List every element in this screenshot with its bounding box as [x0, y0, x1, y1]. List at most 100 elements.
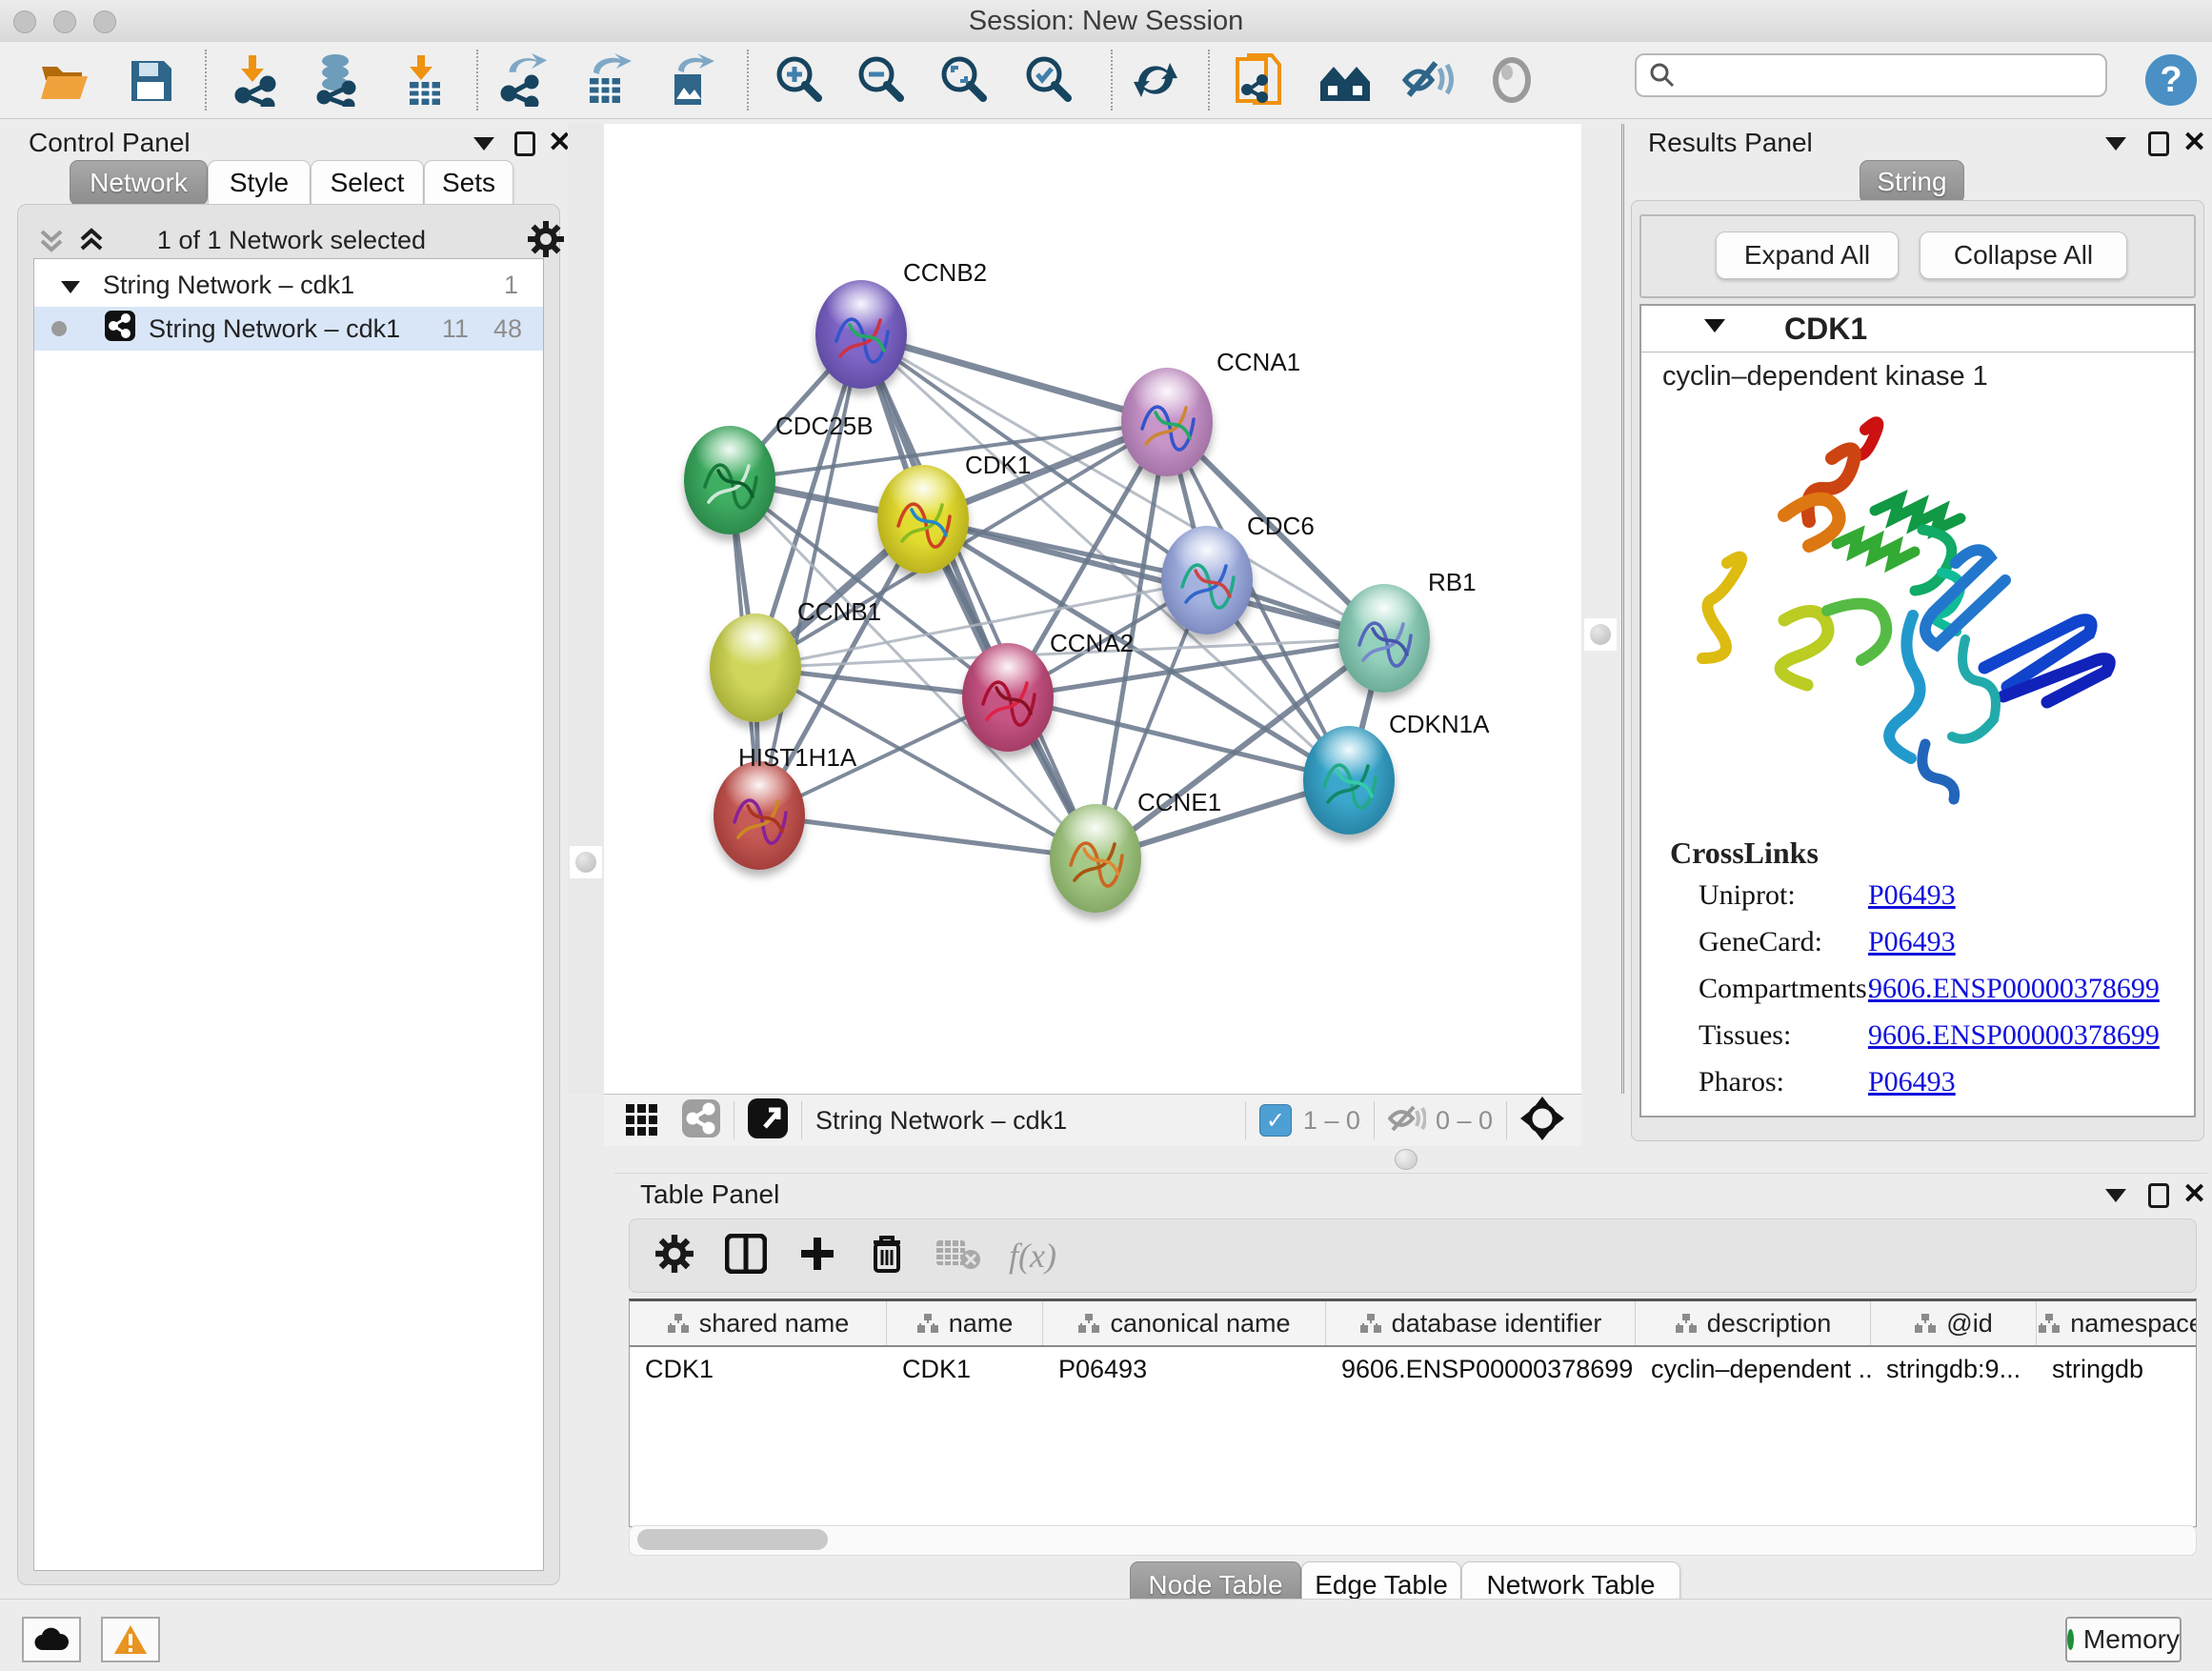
refresh-icon[interactable]	[1127, 51, 1184, 109]
open-cybrowser-icon[interactable]	[1232, 51, 1289, 109]
tab-network[interactable]: Network	[70, 160, 208, 206]
column-header-description[interactable]: description	[1636, 1301, 1871, 1345]
table-gear-icon[interactable]	[654, 1234, 694, 1278]
network-node-RB1[interactable]	[1338, 584, 1430, 693]
tab-string[interactable]: String	[1860, 160, 1964, 204]
export-table-icon[interactable]	[578, 51, 635, 109]
horizontal-splitter-handle[interactable]	[1395, 1149, 1418, 1170]
collapse-all-networks-icon[interactable]	[35, 224, 68, 261]
crosslink-label: Tissues:	[1699, 1019, 1868, 1052]
network-tree: String Network – cdk1 1 String Network –…	[33, 258, 544, 1571]
right-splitter[interactable]	[1581, 124, 1624, 1094]
network-node-CCNB1[interactable]	[710, 614, 801, 722]
collapse-caret-icon[interactable]	[1704, 319, 1725, 337]
protein-card-header[interactable]: CDK1	[1641, 306, 2194, 352]
collapse-panel-icon[interactable]	[473, 137, 494, 155]
import-network-icon[interactable]	[230, 51, 287, 109]
collapse-all-button[interactable]: Collapse All	[1920, 232, 2127, 279]
hidden-eye-icon[interactable]	[1388, 1101, 1426, 1140]
network-row-selected[interactable]: String Network – cdk1 11 48	[34, 307, 543, 351]
hide-glass-icon[interactable]	[1399, 51, 1457, 109]
open-in-window-icon[interactable]	[748, 1098, 788, 1143]
network-node-CDC25B[interactable]	[684, 426, 775, 534]
tab-style[interactable]: Style	[208, 160, 311, 206]
zoom-out-icon[interactable]	[854, 51, 911, 109]
warning-status-button[interactable]	[101, 1617, 160, 1662]
hscrollbar-thumb[interactable]	[637, 1529, 828, 1550]
delete-table-icon[interactable]	[935, 1237, 982, 1276]
table-cell[interactable]: CDK1	[630, 1347, 887, 1391]
preview-eye-icon[interactable]	[1483, 51, 1540, 109]
add-column-icon[interactable]	[797, 1234, 837, 1278]
left-splitter[interactable]	[568, 124, 605, 1094]
network-collection-row[interactable]: String Network – cdk1 1	[34, 263, 543, 307]
network-node-CDK1[interactable]	[877, 465, 969, 574]
import-network-from-database-icon[interactable]	[309, 51, 366, 109]
expand-all-button[interactable]: Expand All	[1716, 232, 1899, 279]
close-panel-icon[interactable]: ✕	[2182, 1178, 2206, 1211]
pan-crosshair-icon[interactable]	[1520, 1097, 1564, 1145]
network-node-CDKN1A[interactable]	[1303, 726, 1395, 835]
collapse-panel-icon[interactable]	[2105, 1189, 2126, 1207]
show-columns-icon[interactable]	[725, 1234, 767, 1278]
function-builder-icon[interactable]: f(x)	[1009, 1236, 1056, 1276]
expand-all-networks-icon[interactable]	[75, 224, 108, 261]
help-icon[interactable]: ?	[2142, 51, 2200, 109]
node-table-grid[interactable]: shared namenamecanonical namedatabase id…	[629, 1299, 2197, 1527]
string-home-icon[interactable]	[1317, 51, 1374, 109]
tab-sets[interactable]: Sets	[424, 160, 513, 206]
network-node-CCNB2[interactable]	[815, 280, 907, 389]
crosslink-link[interactable]: P06493	[1868, 926, 1956, 958]
table-cell[interactable]: cyclin–dependent ...	[1636, 1347, 1871, 1391]
column-header-name[interactable]: name	[887, 1301, 1043, 1345]
table-cell[interactable]: stringdb:9...	[1871, 1347, 2037, 1391]
open-session-icon[interactable]	[36, 51, 93, 109]
network-options-gear-icon[interactable]	[527, 220, 565, 263]
export-network-icon[interactable]	[495, 51, 553, 109]
column-header--id[interactable]: @id	[1871, 1301, 2037, 1345]
tab-select[interactable]: Select	[311, 160, 424, 206]
left-splitter-handle[interactable]	[570, 846, 602, 878]
toolbar-search[interactable]	[1635, 53, 2107, 97]
export-image-icon[interactable]	[661, 51, 718, 109]
collapse-panel-icon[interactable]	[2105, 137, 2126, 155]
table-cell[interactable]: 9606.ENSP00000378699	[1326, 1347, 1636, 1391]
delete-column-icon[interactable]	[868, 1233, 906, 1279]
close-panel-icon[interactable]: ✕	[2182, 126, 2206, 159]
zoom-selected-icon[interactable]	[1021, 51, 1078, 109]
table-cell[interactable]: CDK1	[887, 1347, 1043, 1391]
table-hscrollbar[interactable]	[629, 1525, 2197, 1556]
column-header-canonical-name[interactable]: canonical name	[1043, 1301, 1326, 1345]
selected-checkbox-icon[interactable]: ✓	[1259, 1104, 1292, 1137]
table-cell[interactable]: stringdb	[2037, 1347, 2197, 1391]
network-node-HIST1H1A[interactable]	[714, 761, 805, 870]
zoom-in-icon[interactable]	[772, 51, 829, 109]
column-header-database-identifier[interactable]: database identifier	[1326, 1301, 1636, 1345]
crosslink-link[interactable]: 9606.ENSP00000378699	[1868, 973, 2160, 1005]
save-session-icon[interactable]	[122, 51, 179, 109]
column-header-shared-name[interactable]: shared name	[630, 1301, 887, 1345]
column-header-namespace[interactable]: namespace	[2037, 1301, 2197, 1345]
memory-button[interactable]: Memory	[2065, 1617, 2182, 1662]
table-cell[interactable]: P06493	[1043, 1347, 1326, 1391]
crosslink-link[interactable]: 9606.ENSP00000378699	[1868, 1019, 2160, 1052]
birdseye-grid-icon[interactable]	[625, 1101, 659, 1140]
network-node-CCNA1[interactable]	[1121, 368, 1213, 476]
network-share-toggle-icon[interactable]	[682, 1099, 720, 1142]
float-panel-icon[interactable]	[2148, 131, 2169, 161]
search-input[interactable]	[1677, 60, 2081, 91]
crosslink-link[interactable]: P06493	[1868, 1066, 1956, 1098]
right-splitter-handle[interactable]	[1584, 618, 1617, 651]
crosslink-link[interactable]: P06493	[1868, 879, 1956, 912]
float-panel-icon[interactable]	[2148, 1183, 2169, 1213]
network-node-CCNA2[interactable]	[962, 643, 1054, 752]
network-node-CCNE1[interactable]	[1050, 804, 1141, 913]
zoom-fit-icon[interactable]	[936, 51, 994, 109]
network-node-CDC6[interactable]	[1161, 526, 1253, 634]
cloud-status-button[interactable]	[22, 1617, 81, 1662]
import-table-icon[interactable]	[396, 51, 453, 109]
float-panel-icon[interactable]	[514, 131, 535, 161]
tree-expand-caret[interactable]	[61, 271, 80, 300]
table-row[interactable]: CDK1CDK1P064939606.ENSP00000378699cyclin…	[630, 1347, 2197, 1391]
network-canvas[interactable]: CCNB2CCNA1CDC25BCDK1CDC6RB1CCNB1CCNA2CDK…	[604, 124, 1581, 1094]
